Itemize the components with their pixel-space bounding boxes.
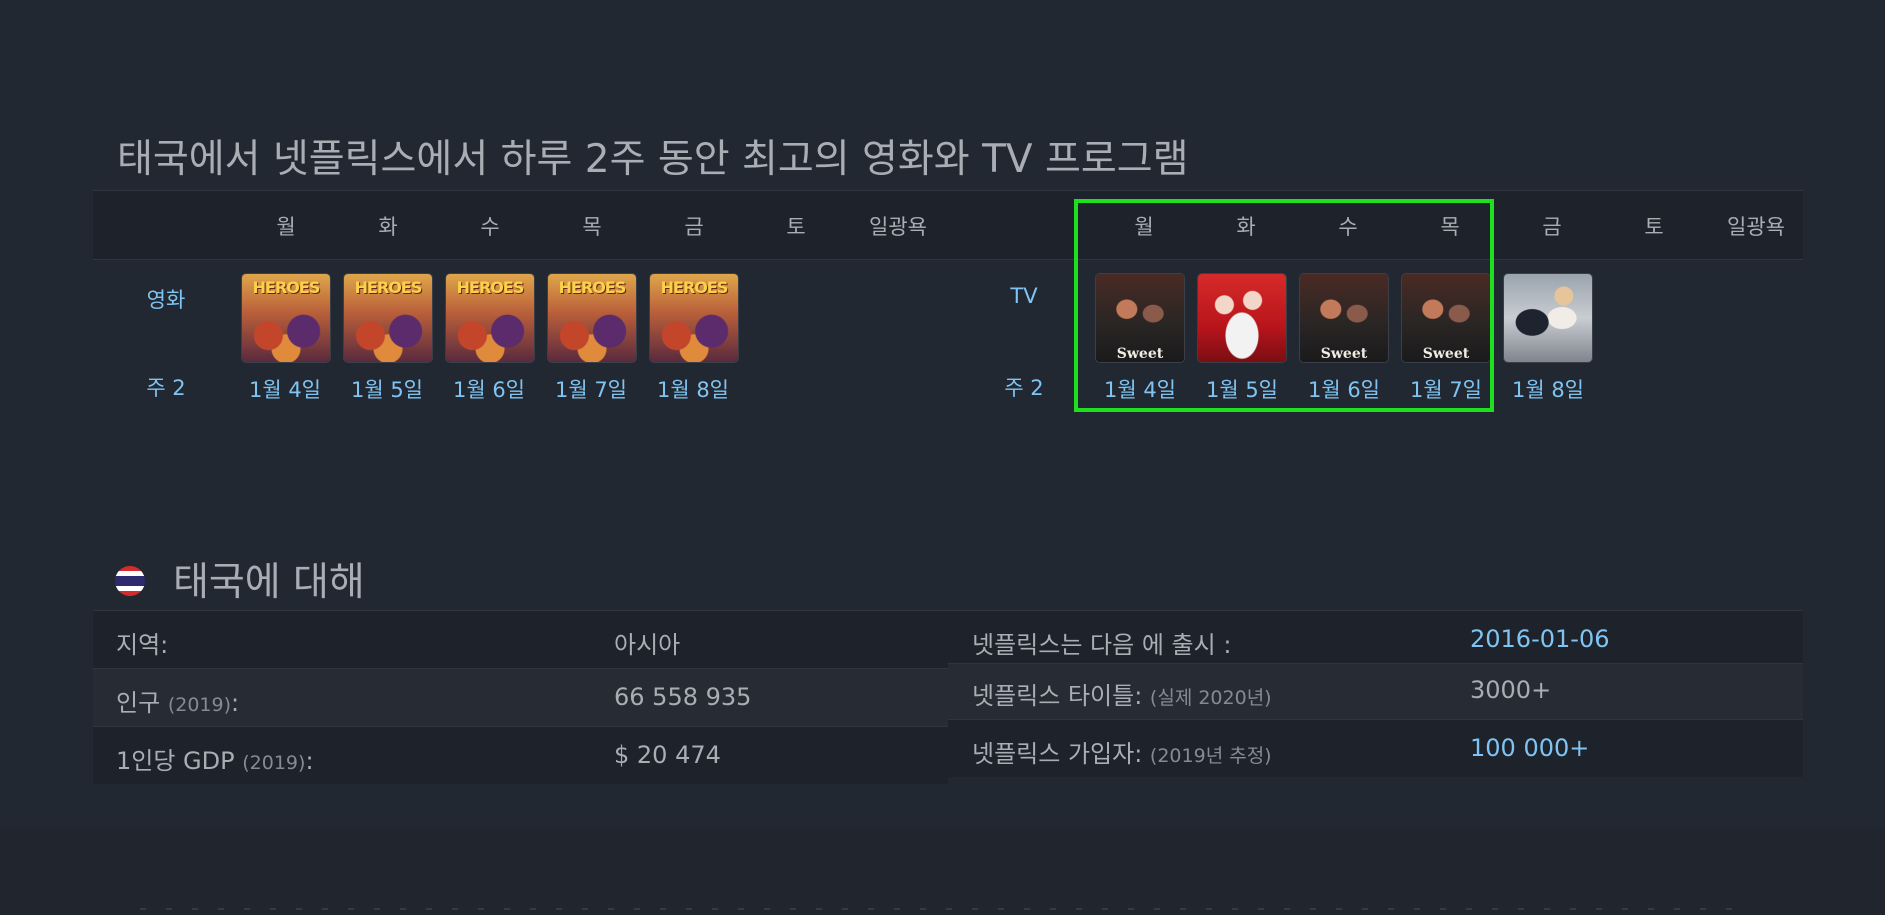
population-label: 인구 (2019): bbox=[116, 683, 239, 718]
poster-title-art: HEROES bbox=[252, 278, 321, 297]
tv-date-thu[interactable]: 1월 7일 bbox=[1395, 374, 1497, 404]
poster-title-art: Sweet bbox=[1422, 346, 1470, 362]
movie-poster-fri[interactable]: HEROES bbox=[650, 274, 738, 362]
tv-day-thu: 목 bbox=[1440, 215, 1460, 239]
tv-week-label: 주 2 bbox=[1004, 376, 1044, 400]
gdp-value: $ 20 474 bbox=[614, 741, 721, 769]
poster-title-art: HEROES bbox=[456, 278, 525, 297]
population-value: 66 558 935 bbox=[614, 683, 752, 711]
movie-poster-wed[interactable]: HEROES bbox=[446, 274, 534, 362]
tv-day-sun: 일광욕 bbox=[1727, 215, 1785, 239]
movie-date-tue[interactable]: 1월 5일 bbox=[336, 374, 438, 404]
region-label: 지역: bbox=[116, 631, 169, 659]
poster-title-art: Sweet bbox=[1116, 346, 1164, 362]
movie-poster-mon[interactable]: HEROES bbox=[242, 274, 330, 362]
poster-title-art: HEROES bbox=[354, 278, 423, 297]
tv-date-mon[interactable]: 1월 4일 bbox=[1089, 374, 1191, 404]
population-label-text: 인구 bbox=[116, 689, 161, 717]
info-row-gdp: 1인당 GDP (2019): $ 20 474 bbox=[93, 726, 948, 784]
tv-poster-tue[interactable] bbox=[1198, 274, 1286, 362]
tv-day-mon: 월 bbox=[1134, 215, 1154, 239]
day-sun: 일광욕 bbox=[869, 215, 927, 239]
gdp-label-year: (2019) bbox=[242, 752, 306, 774]
day-fri: 금 bbox=[684, 215, 704, 239]
tv-date-fri[interactable]: 1월 8일 bbox=[1497, 374, 1599, 404]
tv-poster-wed[interactable]: Sweet bbox=[1300, 274, 1388, 362]
info-row-netflix-launch: 넷플릭스는 다음 에 출시 : 2016-01-06 bbox=[948, 610, 1803, 668]
day-wed: 수 bbox=[480, 215, 500, 239]
netflix-titles-label-text: 넷플릭스 타이틀: bbox=[972, 682, 1143, 710]
netflix-titles-label-sub: (실제 2020년) bbox=[1149, 687, 1272, 709]
info-row-netflix-titles: 넷플릭스 타이틀: (실제 2020년) 3000+ bbox=[948, 663, 1803, 721]
info-row-population: 인구 (2019): 66 558 935 bbox=[93, 668, 948, 726]
tv-row-label[interactable]: TV bbox=[973, 284, 1075, 308]
region-value: 아시아 bbox=[614, 631, 681, 659]
netflix-subscribers-label-sub: (2019년 추정) bbox=[1149, 745, 1272, 767]
day-header-row: 월 화 수 목 금 토 일광욕 월 화 수 목 금 토 일광욕 bbox=[93, 190, 1803, 260]
gdp-label: 1인당 GDP (2019): bbox=[116, 741, 314, 776]
population-label-year: (2019) bbox=[167, 694, 231, 716]
netflix-launch-value[interactable]: 2016-01-06 bbox=[1470, 625, 1609, 653]
tv-poster-fri[interactable] bbox=[1504, 274, 1592, 362]
gdp-label-text: 1인당 GDP bbox=[116, 747, 235, 775]
gdp-label-colon: : bbox=[305, 747, 314, 775]
top10-title: 태국에서 넷플릭스에서 하루 2주 동안 최고의 영화와 TV 프로그램 bbox=[117, 137, 1189, 182]
tv-date-tue[interactable]: 1월 5일 bbox=[1191, 374, 1293, 404]
netflix-subscribers-label-text: 넷플릭스 가입자: bbox=[972, 740, 1143, 768]
poster-title-art: HEROES bbox=[660, 278, 729, 297]
netflix-subscribers-label: 넷플릭스 가입자: (2019년 추정) bbox=[972, 734, 1272, 769]
movie-poster-tue[interactable]: HEROES bbox=[344, 274, 432, 362]
day-sat: 토 bbox=[786, 215, 806, 239]
netflix-titles-label: 넷플릭스 타이틀: (실제 2020년) bbox=[972, 676, 1272, 711]
movie-date-thu[interactable]: 1월 7일 bbox=[540, 374, 642, 404]
movie-date-mon[interactable]: 1월 4일 bbox=[234, 374, 336, 404]
poster-title-art: Sweet bbox=[1320, 346, 1368, 362]
netflix-titles-value: 3000+ bbox=[1470, 676, 1552, 704]
info-row-netflix-subscribers: 넷플릭스 가입자: (2019년 추정) 100 000+ bbox=[948, 719, 1803, 777]
tv-day-tue: 화 bbox=[1236, 215, 1256, 239]
footer-faint-text bbox=[140, 908, 1740, 910]
movie-date-fri[interactable]: 1월 8일 bbox=[642, 374, 744, 404]
footer-band bbox=[0, 828, 1885, 915]
day-mon: 월 bbox=[276, 215, 296, 239]
movies-week-label: 주 2 bbox=[146, 376, 186, 400]
thailand-flag-icon bbox=[115, 566, 145, 596]
tv-day-sat: 토 bbox=[1644, 215, 1664, 239]
population-label-colon: : bbox=[231, 689, 240, 717]
netflix-subscribers-value[interactable]: 100 000+ bbox=[1470, 734, 1589, 762]
day-thu: 목 bbox=[582, 215, 602, 239]
movies-row-label[interactable]: 영화 bbox=[115, 284, 217, 314]
movie-date-wed[interactable]: 1월 6일 bbox=[438, 374, 540, 404]
info-row-region: 지역: 아시아 bbox=[93, 610, 948, 668]
about-title: 태국에 대해 bbox=[173, 560, 365, 605]
poster-title-art: HEROES bbox=[558, 278, 627, 297]
tv-day-fri: 금 bbox=[1542, 215, 1562, 239]
tv-poster-mon[interactable]: Sweet bbox=[1096, 274, 1184, 362]
tv-day-wed: 수 bbox=[1338, 215, 1358, 239]
netflix-launch-label: 넷플릭스는 다음 에 출시 : bbox=[972, 631, 1232, 659]
tv-poster-thu[interactable]: Sweet bbox=[1402, 274, 1490, 362]
movie-poster-thu[interactable]: HEROES bbox=[548, 274, 636, 362]
day-tue: 화 bbox=[378, 215, 398, 239]
tv-date-wed[interactable]: 1월 6일 bbox=[1293, 374, 1395, 404]
